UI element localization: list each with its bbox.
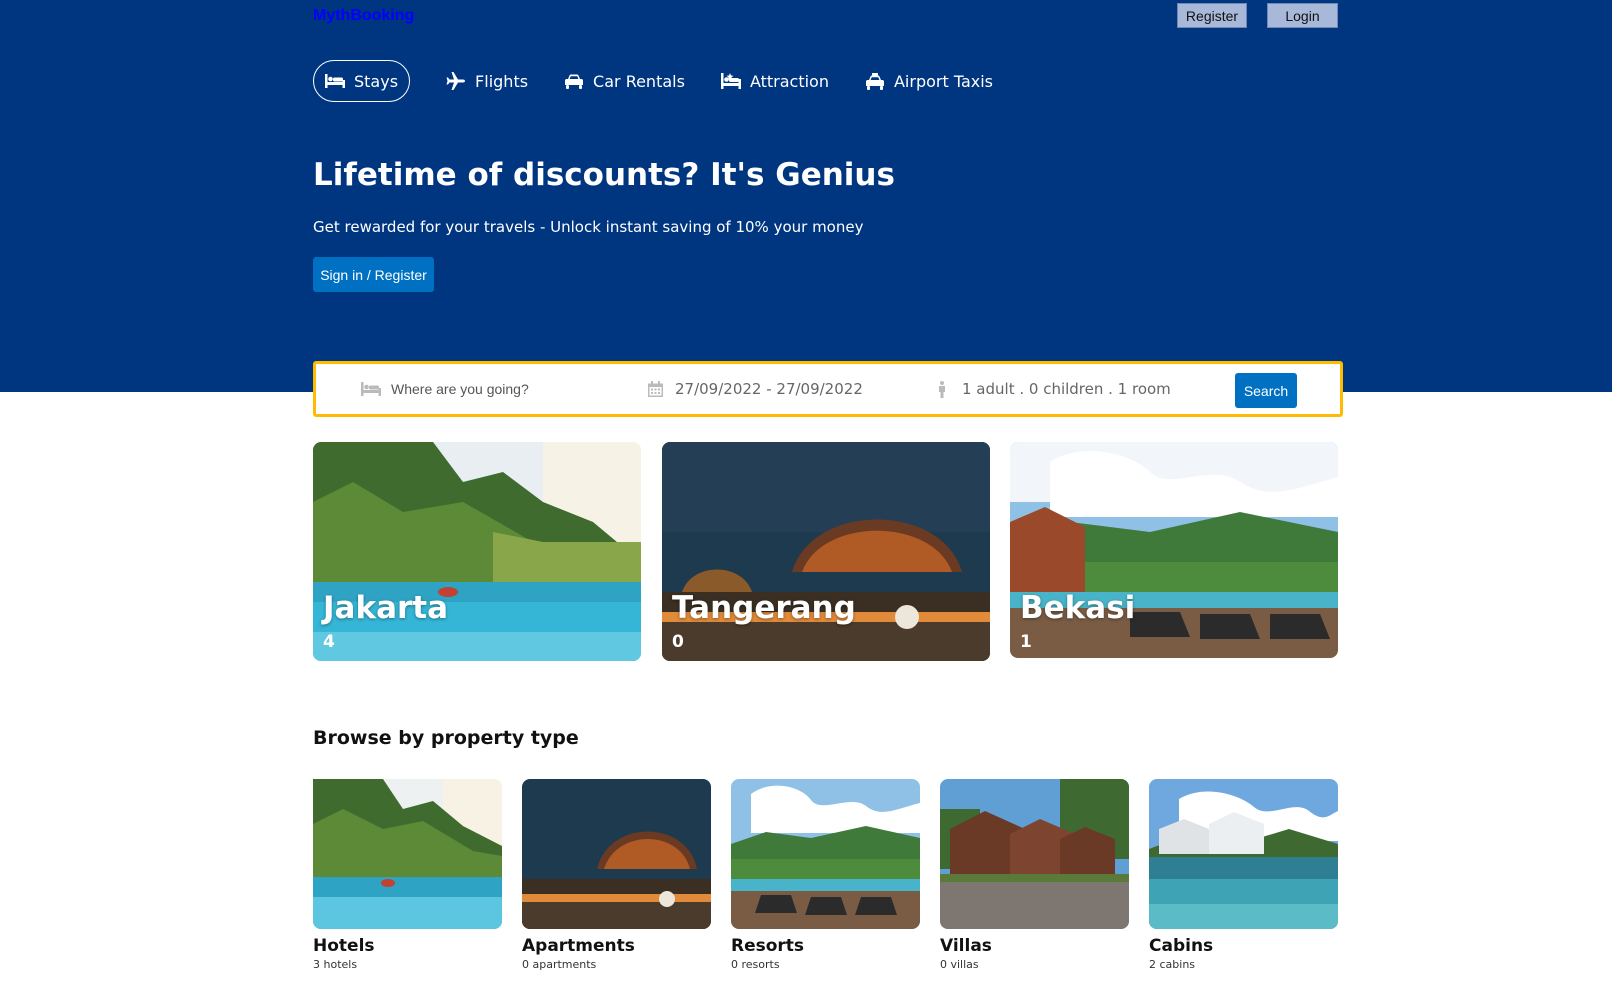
hero-title: Lifetime of discounts? It's Genius: [313, 157, 895, 193]
city-name: Jakarta: [323, 590, 449, 626]
guests-text: 1 adult . 0 children . 1 room: [962, 380, 1171, 398]
city-image-tangerang: [662, 442, 990, 661]
date-range-text: 27/09/2022 - 27/09/2022: [675, 380, 863, 398]
property-type-cabins[interactable]: Cabins 2 cabins: [1149, 779, 1338, 971]
destination-field[interactable]: [361, 364, 611, 414]
property-image-apartments-art: [522, 779, 711, 929]
hero-subtitle: Get rewarded for your travels - Unlock i…: [313, 218, 864, 236]
logo[interactable]: MythBooking: [313, 7, 414, 25]
search-bar: 27/09/2022 - 27/09/2022 1 adult . 0 chil…: [313, 361, 1343, 417]
nav-label-attraction: Attraction: [749, 71, 829, 91]
property-count: 0 resorts: [731, 958, 780, 971]
property-image-resorts: [731, 779, 920, 929]
taxi-icon: [865, 72, 885, 90]
property-image-apartments: [522, 779, 711, 929]
property-count: 0 apartments: [522, 958, 597, 971]
nav-label-stays: Stays: [354, 71, 399, 91]
property-count: 2 cabins: [1149, 958, 1196, 971]
property-title: Hotels: [313, 936, 375, 956]
section-title: Browse by property type: [313, 727, 579, 749]
property-count: 3 hotels: [313, 958, 358, 971]
property-image-hotels: [313, 779, 502, 929]
property-image-cabins: [1149, 779, 1338, 929]
city-card-bekasi[interactable]: Bekasi 1: [1010, 442, 1338, 658]
calendar-icon: [645, 381, 665, 397]
city-count: 0: [672, 632, 684, 652]
property-image-cabins-art: [1149, 779, 1338, 929]
register-button[interactable]: Register: [1177, 3, 1247, 28]
attraction-icon: [720, 72, 741, 90]
nav-item-airport-taxis[interactable]: Airport Taxis: [865, 60, 993, 102]
nav-bar: Stays Flights Car Rentals Attraction Air…: [313, 60, 1029, 102]
property-type-villas[interactable]: Villas 0 villas: [940, 779, 1129, 971]
property-count: 0 villas: [940, 958, 979, 971]
sign-in-register-button[interactable]: Sign in / Register: [313, 257, 434, 292]
bed-icon: [361, 381, 381, 397]
car-icon: [564, 72, 584, 90]
property-image-hotels-art: [313, 779, 502, 929]
guests-selector[interactable]: 1 adult . 0 children . 1 room: [932, 364, 1171, 414]
city-card-tangerang[interactable]: Tangerang 0: [662, 442, 990, 661]
property-image-resorts-art: [731, 779, 920, 929]
city-name: Bekasi: [1020, 590, 1136, 626]
search-button[interactable]: Search: [1235, 373, 1297, 408]
hero-banner: [0, 0, 1612, 392]
nav-item-car-rentals[interactable]: Car Rentals: [564, 60, 685, 102]
nav-item-attraction[interactable]: Attraction: [720, 60, 829, 102]
date-picker[interactable]: 27/09/2022 - 27/09/2022: [645, 364, 863, 414]
city-count: 4: [323, 632, 335, 652]
nav-label-airport-taxis: Airport Taxis: [893, 71, 994, 91]
property-type-apartments[interactable]: Apartments 0 apartments: [522, 779, 711, 971]
nav-label-car-rentals: Car Rentals: [593, 71, 685, 91]
property-title: Resorts: [731, 936, 805, 956]
nav-label-flights: Flights: [475, 71, 529, 91]
property-type-resorts[interactable]: Resorts 0 resorts: [731, 779, 920, 971]
city-card-jakarta[interactable]: Jakarta 4: [313, 442, 641, 661]
bed-icon: [325, 72, 345, 90]
property-image-villas-art: [940, 779, 1129, 929]
property-image-villas: [940, 779, 1129, 929]
login-button[interactable]: Login: [1267, 3, 1338, 28]
property-type-hotels[interactable]: Hotels 3 hotels: [313, 779, 502, 971]
property-title: Villas: [940, 936, 992, 956]
nav-item-flights[interactable]: Flights: [446, 60, 528, 102]
property-title: Apartments: [522, 936, 635, 956]
city-name: Tangerang: [672, 590, 856, 626]
destination-input[interactable]: [391, 381, 611, 397]
city-count: 1: [1020, 632, 1032, 652]
person-icon: [932, 380, 952, 398]
plane-icon: [446, 72, 466, 90]
property-title: Cabins: [1149, 936, 1214, 956]
city-image-jakarta: [313, 442, 641, 661]
nav-item-stays[interactable]: Stays: [313, 60, 411, 102]
